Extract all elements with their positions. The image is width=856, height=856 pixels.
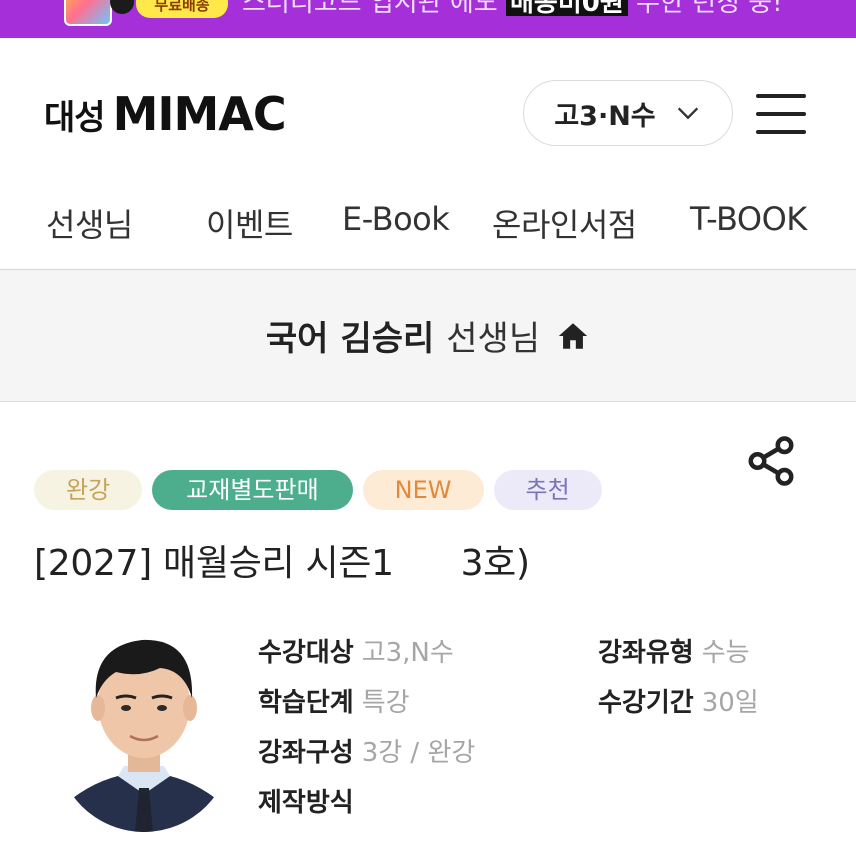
home-icon[interactable] xyxy=(556,319,590,353)
info-stage: 학습단계 특강 xyxy=(258,682,410,719)
info-period-value: 30일 xyxy=(701,688,759,718)
info-stage-value: 특강 xyxy=(361,688,410,718)
share-icon[interactable] xyxy=(744,434,798,488)
promo-tag: 무료배송 xyxy=(136,0,228,18)
teacher-name: 김승리 xyxy=(340,319,435,359)
promo-banner[interactable]: 무료배송 스터디코드 입시관 에도 배송비0원 무한 런칭 중! xyxy=(0,0,856,38)
logo-korean: 대성 xyxy=(44,97,106,138)
badge-recommended: 추천 xyxy=(493,470,602,510)
teacher-subject: 국어 xyxy=(265,319,329,359)
info-target-value: 고3,N수 xyxy=(361,638,454,668)
info-target-label: 수강대상 xyxy=(258,638,354,668)
info-type: 강좌유형 수능 xyxy=(598,632,750,669)
chevron-down-icon xyxy=(677,107,698,120)
nav-item-tbook[interactable]: T-BOOK xyxy=(690,200,807,238)
menu-icon[interactable] xyxy=(756,94,806,134)
promo-text-before: 스터디코드 입시관 에도 xyxy=(242,0,498,18)
badge-textbook-separate: 교재별도판매 xyxy=(152,470,353,510)
nav-item-events[interactable]: 이벤트 xyxy=(206,200,293,246)
info-period: 수강기간 30일 xyxy=(598,682,759,719)
promo-text-after: 무한 런칭 중! xyxy=(636,0,783,18)
promo-highlight: 배송비0원 xyxy=(506,0,628,16)
info-production-label: 제작방식 xyxy=(258,788,354,818)
main-nav: 선생님 이벤트 E-Book 온라인서점 T-BOOK xyxy=(0,188,856,270)
nav-item-ebook[interactable]: E-Book xyxy=(342,200,450,238)
teacher-title: 선생님 xyxy=(446,319,541,359)
page: 무료배송 스터디코드 입시관 에도 배송비0원 무한 런칭 중! 대성 MIMA… xyxy=(0,0,856,856)
info-period-label: 수강기간 xyxy=(598,688,694,718)
teacher-avatar xyxy=(56,616,232,832)
grade-selector[interactable]: 고3·N수 xyxy=(523,80,733,146)
nav-item-online-bookstore[interactable]: 온라인서점 xyxy=(492,200,637,246)
teacher-header: 국어 김승리 선생님 xyxy=(0,270,856,402)
info-type-value: 수능 xyxy=(701,638,750,668)
info-target: 수강대상 고3,N수 xyxy=(258,632,454,669)
site-header: 대성 MIMAC 고3·N수 xyxy=(0,38,856,188)
info-composition-label: 강좌구성 xyxy=(258,738,354,768)
course-title: [2027] 매월승리 시즌1 3호) xyxy=(34,543,530,584)
info-type-label: 강좌유형 xyxy=(598,638,694,668)
promo-text: 스터디코드 입시관 에도 배송비0원 무한 런칭 중! xyxy=(242,0,783,20)
nav-item-teachers[interactable]: 선생님 xyxy=(46,200,133,246)
promo-icon xyxy=(110,0,134,14)
badge-new: NEW xyxy=(362,470,484,510)
logo-english: MIMAC xyxy=(112,87,287,141)
info-composition: 강좌구성 3강 / 완강 xyxy=(258,732,475,769)
course-badges: 완강 교재별도판매 NEW 추천 xyxy=(34,470,602,510)
grade-selector-label: 고3·N수 xyxy=(554,100,656,132)
promo-thumbnail xyxy=(64,0,112,26)
info-stage-label: 학습단계 xyxy=(258,688,354,718)
info-production: 제작방식 xyxy=(258,782,354,819)
info-composition-value: 3강 / 완강 xyxy=(361,738,476,768)
badge-completed: 완강 xyxy=(34,470,143,510)
site-logo[interactable]: 대성 MIMAC xyxy=(44,87,287,141)
